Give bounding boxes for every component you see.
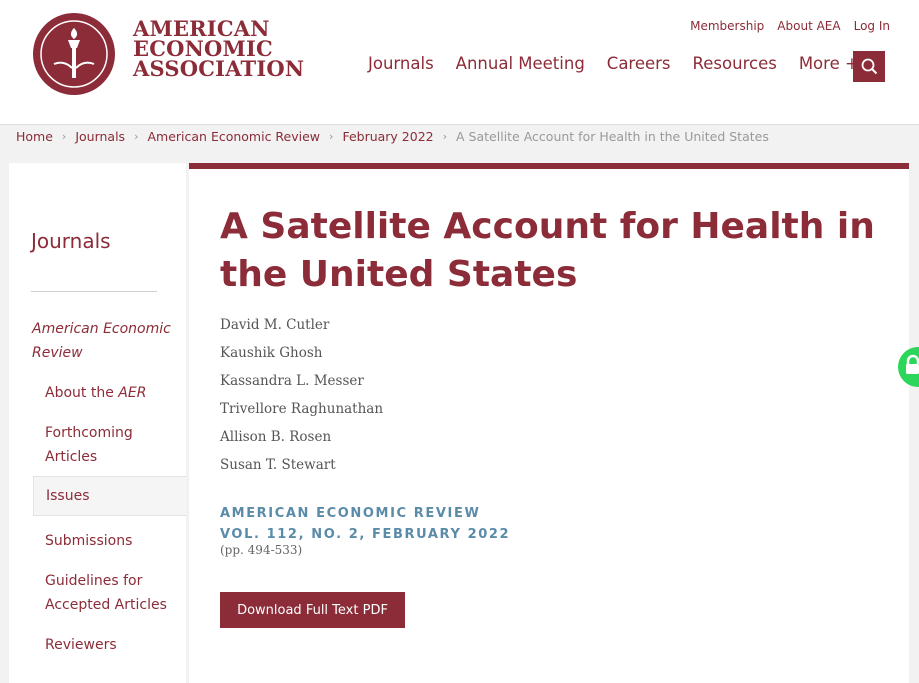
- nav-journals[interactable]: Journals: [368, 54, 434, 73]
- search-button[interactable]: [853, 51, 885, 82]
- breadcrumb-current: A Satellite Account for Health in the Un…: [456, 129, 769, 144]
- author-list: David M. Cutler Kaushik Ghosh Kassandra …: [220, 311, 383, 479]
- breadcrumb-separator: ›: [329, 130, 334, 143]
- breadcrumb-aer[interactable]: American Economic Review: [147, 129, 320, 144]
- logo-line-3: ASSOCIATION: [133, 56, 305, 81]
- site-header: AMERICAN ECONOMIC ASSOCIATION Membership…: [0, 0, 919, 125]
- author-link[interactable]: Kassandra L. Messer: [220, 367, 383, 395]
- sidebar-journal-link[interactable]: American Economic Review: [32, 317, 182, 365]
- main-nav: Journals Annual Meeting Careers Resource…: [368, 54, 881, 73]
- breadcrumb-home[interactable]: Home: [16, 129, 53, 144]
- article-title: A Satellite Account for Health in the Un…: [220, 206, 875, 295]
- journals-sidebar: Journals American Economic Review About …: [9, 163, 186, 683]
- log-in-link[interactable]: Log In: [854, 19, 890, 33]
- breadcrumb: Home › Journals › American Economic Revi…: [16, 129, 769, 144]
- download-pdf-button[interactable]: Download Full Text PDF: [220, 592, 405, 628]
- article-panel: A Satellite Account for Health in the Un…: [189, 163, 909, 683]
- nav-resources[interactable]: Resources: [693, 54, 777, 73]
- breadcrumb-issue[interactable]: February 2022: [342, 129, 433, 144]
- sidebar-item-label: About the: [45, 385, 119, 401]
- author-link[interactable]: Trivellore Raghunathan: [220, 395, 383, 423]
- nav-careers[interactable]: Careers: [607, 54, 671, 73]
- membership-link[interactable]: Membership: [690, 19, 764, 33]
- sidebar-item-forthcoming[interactable]: Forthcoming Articles: [45, 421, 185, 469]
- nav-more[interactable]: More +: [799, 54, 859, 73]
- nav-annual-meeting[interactable]: Annual Meeting: [456, 54, 585, 73]
- aea-torch-logo-icon[interactable]: [32, 12, 116, 96]
- breadcrumb-separator: ›: [134, 130, 139, 143]
- sidebar-item-reviewers[interactable]: Reviewers: [45, 633, 185, 657]
- sidebar-item-label-em: AER: [118, 385, 147, 401]
- journal-name: AMERICAN ECONOMIC REVIEW: [220, 506, 481, 521]
- breadcrumb-separator: ›: [61, 130, 67, 143]
- sidebar-title: Journals: [31, 229, 111, 253]
- author-link[interactable]: Allison B. Rosen: [220, 423, 383, 451]
- sidebar-divider: [31, 291, 157, 292]
- journal-volume: VOL. 112, NO. 2, FEBRUARY 2022: [220, 527, 511, 542]
- search-icon: [861, 58, 877, 75]
- breadcrumb-separator: ›: [442, 130, 448, 143]
- breadcrumb-journals[interactable]: Journals: [75, 129, 125, 144]
- author-link[interactable]: David M. Cutler: [220, 311, 383, 339]
- sidebar-item-submissions[interactable]: Submissions: [45, 529, 185, 553]
- lock-icon: [906, 354, 919, 374]
- access-lock-tab[interactable]: [898, 347, 919, 387]
- author-link[interactable]: Kaushik Ghosh: [220, 339, 383, 367]
- sidebar-item-issues[interactable]: Issues: [33, 476, 186, 516]
- sidebar-item-about-aer[interactable]: About the AER: [45, 381, 185, 405]
- journal-citation[interactable]: AMERICAN ECONOMIC REVIEW VOL. 112, NO. 2…: [220, 503, 510, 545]
- aea-wordmark[interactable]: AMERICAN ECONOMIC ASSOCIATION: [133, 18, 305, 81]
- author-link[interactable]: Susan T. Stewart: [220, 451, 383, 479]
- page-range: (pp. 494-533): [220, 543, 303, 557]
- sidebar-item-guidelines[interactable]: Guidelines for Accepted Articles: [45, 569, 185, 617]
- utility-links: Membership About AEA Log In: [690, 19, 890, 33]
- about-aea-link[interactable]: About AEA: [777, 19, 840, 33]
